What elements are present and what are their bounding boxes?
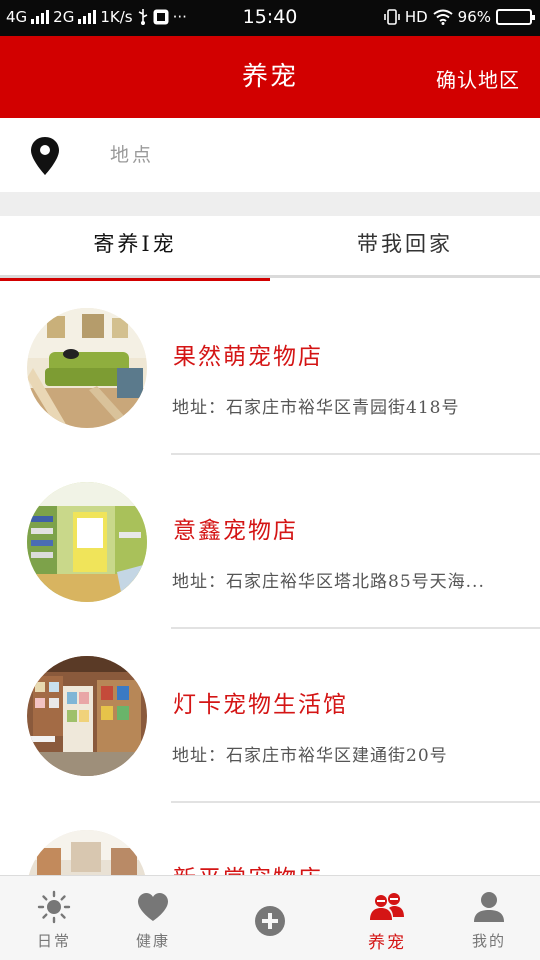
tab-bar: 寄养I宠 带我回家 <box>0 216 540 281</box>
store-name: 新平常宠物店 <box>173 859 323 875</box>
heart-icon <box>138 893 168 921</box>
store-address: 地址：石家庄裕华区塔北路85号天海... <box>172 572 485 592</box>
sun-icon <box>37 890 71 924</box>
store-photo <box>27 482 147 602</box>
tab-foster-pet[interactable]: 寄养I宠 <box>0 216 270 281</box>
nav-label: 健康 <box>135 932 170 950</box>
hd-label: HD <box>404 8 428 26</box>
location-pin-icon[interactable] <box>28 136 62 176</box>
store-address: 地址：石家庄市裕华区青园街418号 <box>172 398 460 418</box>
add-icon <box>255 906 285 936</box>
status-bar: 4G 2G 1K/s ··· 15:40 HD 96% <box>0 0 540 36</box>
store-photo <box>27 308 147 428</box>
store-photo <box>27 656 147 776</box>
nav-item-add[interactable] <box>216 876 324 960</box>
store-name: 果然萌宠物店 <box>173 344 323 370</box>
nav-label: 我的 <box>471 932 506 950</box>
battery-icon <box>496 9 535 25</box>
location-bar <box>0 118 540 192</box>
status-right: HD 96% <box>384 8 535 26</box>
battery-percent: 96% <box>457 8 491 26</box>
store-list: 果然萌宠物店 地址：石家庄市裕华区青园街418号 意鑫宠物店 地址：石家庄裕华区… <box>0 281 540 875</box>
user-icon <box>474 892 504 922</box>
list-item[interactable]: 灯卡宠物生活馆 地址：石家庄市裕华区建通街20号 <box>0 629 540 803</box>
vibrate-icon <box>384 9 400 25</box>
people-icon <box>370 893 404 920</box>
bottom-nav: 日常 健康 养宠 我的 <box>0 875 540 960</box>
store-photo <box>27 830 147 875</box>
nav-item-health[interactable]: 健康 <box>99 876 207 960</box>
app-header: 养宠 确认地区 <box>0 36 540 118</box>
store-name: 灯卡宠物生活馆 <box>173 692 348 718</box>
section-spacer <box>0 192 540 216</box>
location-input[interactable] <box>110 138 510 172</box>
store-address: 地址：石家庄市裕华区建通街20号 <box>172 746 448 766</box>
nav-label: 养宠 <box>368 933 406 953</box>
nav-label: 日常 <box>36 932 71 950</box>
list-item[interactable]: 新平常宠物店 <box>0 803 540 875</box>
store-name: 意鑫宠物店 <box>173 518 298 544</box>
nav-item-pet-care[interactable]: 养宠 <box>333 876 441 960</box>
list-item[interactable]: 意鑫宠物店 地址：石家庄裕华区塔北路85号天海... <box>0 455 540 629</box>
list-item[interactable]: 果然萌宠物店 地址：石家庄市裕华区青园街418号 <box>0 281 540 455</box>
confirm-region-button[interactable]: 确认地区 <box>436 64 520 93</box>
nav-item-daily[interactable]: 日常 <box>0 876 108 960</box>
nav-item-mine[interactable]: 我的 <box>435 876 540 960</box>
tab-take-me-home[interactable]: 带我回家 <box>270 216 540 278</box>
wifi-icon <box>433 9 453 25</box>
